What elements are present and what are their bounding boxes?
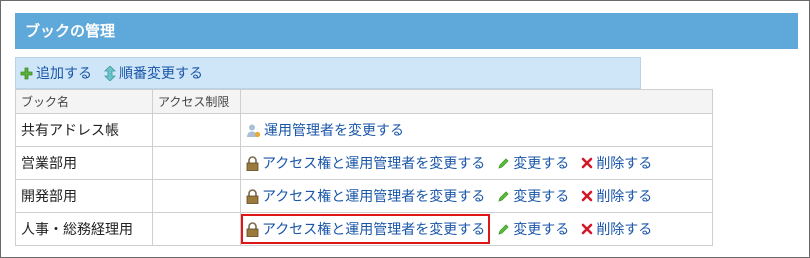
pencil-icon <box>497 190 510 203</box>
x-icon <box>581 157 593 169</box>
add-label: 追加する <box>36 66 92 82</box>
access-cell <box>152 179 241 213</box>
delete-label: 削除する <box>596 189 653 205</box>
book-management-panel: ブックの管理 追加する 順番変更する ブック名 アクセス制限 共有アドレス帳 運… <box>0 0 810 258</box>
actions-cell: アクセス権と運用管理者を変更する 変更する 削除する <box>240 179 713 213</box>
delete-label: 削除する <box>596 156 653 172</box>
change-access-label: アクセス権と運用管理者を変更する <box>262 222 486 238</box>
lock-icon <box>246 221 259 237</box>
up-down-arrow-icon <box>104 65 116 81</box>
edit-label: 変更する <box>513 189 570 205</box>
edit-link[interactable]: 変更する <box>497 186 569 206</box>
plus-icon <box>20 67 33 80</box>
book-name: 開発部用 <box>15 179 153 213</box>
delete-link[interactable]: 削除する <box>581 153 652 173</box>
edit-link[interactable]: 変更する <box>497 219 569 239</box>
book-name: 人事・総務経理用 <box>15 212 153 246</box>
column-header-book-name: ブック名 <box>15 89 153 114</box>
table-row: 共有アドレス帳 運用管理者を変更する <box>15 113 713 147</box>
pencil-icon <box>497 157 510 170</box>
add-button[interactable]: 追加する <box>20 63 92 83</box>
delete-label: 削除する <box>596 222 653 238</box>
pencil-icon <box>497 223 510 236</box>
reorder-button[interactable]: 順番変更する <box>104 63 203 83</box>
actions-cell: アクセス権と運用管理者を変更する 変更する 削除する <box>240 146 713 180</box>
actions-cell: アクセス権と運用管理者を変更する 変更する 削除する <box>240 212 713 246</box>
change-access-label: アクセス権と運用管理者を変更する <box>262 189 486 205</box>
book-name: 共有アドレス帳 <box>15 113 153 147</box>
lock-icon <box>246 188 259 204</box>
access-cell <box>152 146 241 180</box>
book-name: 営業部用 <box>15 146 153 180</box>
lock-icon <box>246 155 259 171</box>
edit-label: 変更する <box>513 222 570 238</box>
change-admin-label: 運用管理者を変更する <box>264 123 404 139</box>
x-icon <box>581 223 593 235</box>
change-access-link[interactable]: アクセス権と運用管理者を変更する <box>240 214 491 244</box>
access-cell <box>152 212 241 246</box>
table-row: 開発部用 アクセス権と運用管理者を変更する 変更する 削除する <box>15 179 713 213</box>
delete-link[interactable]: 削除する <box>581 186 652 206</box>
page-title: ブックの管理 <box>15 13 798 49</box>
change-admin-link[interactable]: 運用管理者を変更する <box>246 120 404 140</box>
book-table: ブック名 アクセス制限 共有アドレス帳 運用管理者を変更する 営業部用 アクセス… <box>15 89 713 246</box>
edit-link[interactable]: 変更する <box>497 153 569 173</box>
column-header-actions <box>240 89 713 114</box>
access-cell <box>152 113 241 147</box>
user-icon <box>246 123 261 138</box>
table-row: 営業部用 アクセス権と運用管理者を変更する 変更する 削除する <box>15 146 713 180</box>
table-row: 人事・総務経理用 アクセス権と運用管理者を変更する 変更する 削除する <box>15 212 713 246</box>
column-header-access: アクセス制限 <box>152 89 241 114</box>
x-icon <box>581 190 593 202</box>
change-access-label: アクセス権と運用管理者を変更する <box>262 156 486 172</box>
actions-cell: 運用管理者を変更する <box>240 113 713 147</box>
toolbar: 追加する 順番変更する <box>15 57 641 89</box>
delete-link[interactable]: 削除する <box>581 219 652 239</box>
change-access-link[interactable]: アクセス権と運用管理者を変更する <box>246 186 485 206</box>
reorder-label: 順番変更する <box>119 66 203 82</box>
table-header-row: ブック名 アクセス制限 <box>15 89 713 114</box>
edit-label: 変更する <box>513 156 570 172</box>
change-access-link[interactable]: アクセス権と運用管理者を変更する <box>246 153 485 173</box>
